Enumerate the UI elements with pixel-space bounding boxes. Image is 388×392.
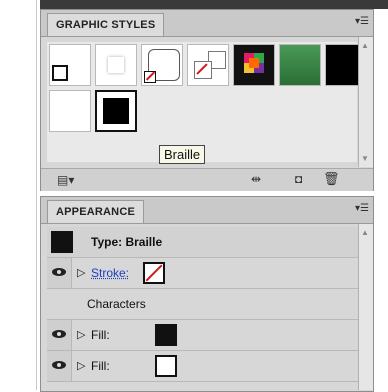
panel-menu-icon[interactable]: ▾☰: [355, 203, 369, 214]
visibility-toggle[interactable]: [47, 258, 72, 288]
fill-label: Fill:: [91, 359, 110, 373]
panel-header: GRAPHIC STYLES ▾☰: [41, 10, 373, 37]
swatch-none-fill-style[interactable]: [187, 44, 229, 86]
swatch-rounded-none-style[interactable]: [141, 44, 183, 86]
type-label: Type: Braille: [91, 235, 163, 249]
visibility-toggle[interactable]: [47, 320, 72, 350]
fill-label: Fill:: [91, 328, 110, 342]
swatch-blank-style[interactable]: [95, 44, 137, 86]
appearance-characters-row[interactable]: Characters: [47, 289, 359, 320]
characters-label: Characters: [87, 297, 146, 311]
break-link-icon[interactable]: ⇹: [251, 172, 261, 186]
visibility-toggle[interactable]: [47, 351, 72, 381]
expand-triangle-icon[interactable]: ▷: [77, 266, 85, 279]
fill-swatch-black[interactable]: [155, 324, 177, 346]
left-canvas-strip: [0, 0, 40, 390]
expand-triangle-icon[interactable]: ▷: [77, 328, 85, 341]
graphic-styles-swatches: [47, 42, 367, 162]
scroll-up-icon[interactable]: ▲: [361, 228, 369, 237]
appearance-fill-row-2[interactable]: ▷ Fill:: [47, 351, 359, 382]
swatch-mosaic-style[interactable]: [233, 44, 275, 86]
panel-header: APPEARANCE ▾☰: [41, 197, 373, 224]
eye-icon: [52, 330, 66, 338]
divider: [36, 0, 37, 390]
graphic-styles-footer: ▤▾ ⇹ ◘ 🗑: [41, 168, 373, 191]
scroll-up-icon[interactable]: ▲: [361, 41, 369, 50]
graphic-styles-scrollbar[interactable]: ▲ ▼: [358, 37, 373, 167]
swatch-braille-style[interactable]: [95, 90, 137, 132]
fill-swatch-white[interactable]: [155, 355, 177, 377]
expand-triangle-icon[interactable]: ▷: [77, 359, 85, 372]
style-libraries-icon[interactable]: ▤▾: [57, 173, 74, 187]
appearance-scrollbar[interactable]: ▲: [358, 224, 373, 390]
tab-graphic-styles[interactable]: GRAPHIC STYLES: [47, 13, 165, 36]
delete-icon[interactable]: 🗑: [323, 171, 340, 187]
appearance-fill-row-1[interactable]: ▷ Fill:: [47, 320, 359, 351]
type-swatch: [51, 231, 73, 253]
tooltip: Braille: [159, 145, 206, 164]
graphic-styles-panel: GRAPHIC STYLES ▾☰ ▲ ▼ ▤▾ ⇹ ◘ 🗑 Braille: [40, 9, 374, 191]
panel-menu-icon[interactable]: ▾☰: [355, 16, 369, 27]
new-style-icon[interactable]: ◘: [295, 172, 302, 186]
swatch-default-style[interactable]: [49, 44, 91, 86]
swatch-green-gradient-style[interactable]: [279, 44, 321, 86]
eye-icon: [52, 361, 66, 369]
stroke-swatch[interactable]: [143, 262, 165, 284]
appearance-panel: APPEARANCE ▾☰ Type: Braille ▷ Stroke: Ch…: [40, 196, 374, 392]
appearance-type-row[interactable]: Type: Braille: [47, 227, 359, 258]
swatch-white-style[interactable]: [49, 90, 91, 132]
scroll-down-icon[interactable]: ▼: [361, 154, 369, 163]
appearance-stroke-row[interactable]: ▷ Stroke:: [47, 258, 359, 289]
eye-icon: [52, 268, 66, 276]
dock-top-bar: [40, 0, 388, 9]
stroke-link[interactable]: Stroke:: [91, 266, 129, 280]
tab-appearance[interactable]: APPEARANCE: [47, 200, 145, 223]
